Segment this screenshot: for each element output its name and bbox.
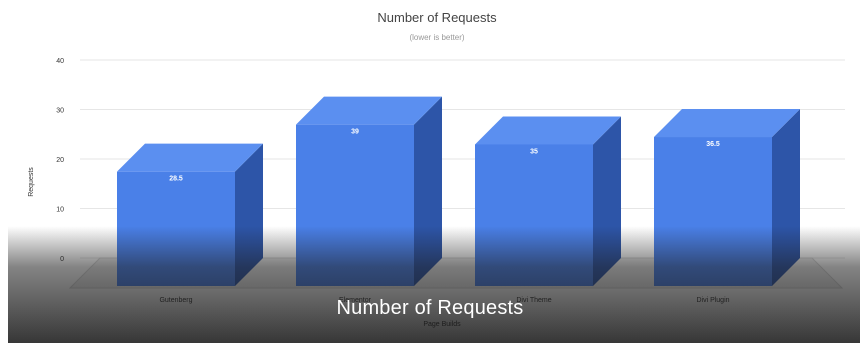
bar-front (296, 124, 414, 287)
chart-title: Number of Requests (377, 10, 497, 25)
chart-subtitle: (lower is better) (409, 33, 464, 42)
y-axis-label: Requests (28, 167, 35, 197)
y-tick-label: 0 (60, 256, 64, 263)
data-label: 39 (351, 129, 359, 136)
bar-chart: Number of Requests (lower is better) 0 10… (28, 10, 845, 328)
bar-front (117, 171, 235, 286)
y-tick-label: 30 (56, 108, 64, 115)
video-caption: Number of Requests (336, 297, 524, 319)
data-label: 36.5 (706, 141, 720, 148)
y-axis-ticks: 0 10 20 30 40 (56, 58, 64, 263)
bar-side (593, 116, 621, 286)
bar-front (654, 137, 772, 286)
y-tick-label: 10 (56, 207, 64, 214)
bar-front (475, 144, 593, 286)
bar: 35 (475, 116, 621, 286)
bar: 36.5 (654, 109, 800, 287)
x-axis-label: Page Builds (423, 321, 461, 328)
data-label: 35 (530, 148, 538, 155)
data-label: 28.5 (169, 176, 183, 183)
bar: 28.5 (117, 143, 263, 286)
bar-side (414, 96, 442, 287)
bar-side (772, 109, 800, 287)
bar: 39 (296, 96, 442, 287)
y-tick-label: 20 (56, 157, 64, 164)
y-tick-label: 40 (56, 58, 64, 65)
